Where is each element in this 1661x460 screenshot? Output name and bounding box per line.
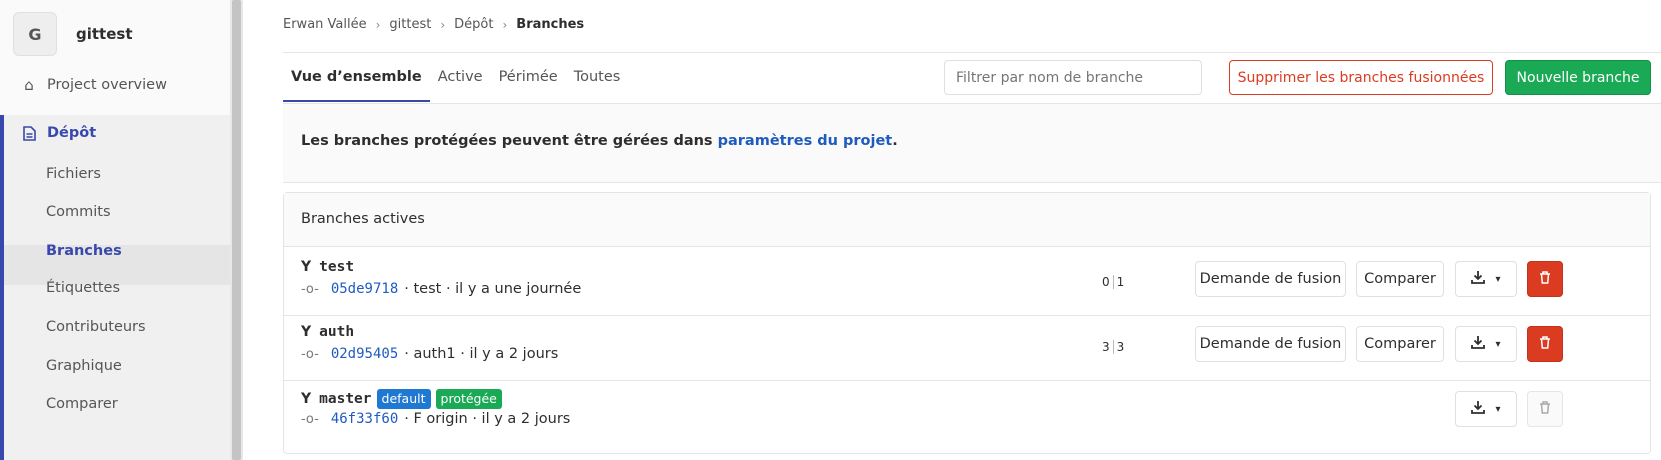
- commit-icon: -o-: [301, 346, 319, 362]
- merge-request-button[interactable]: Demande de fusion: [1195, 326, 1346, 362]
- commit-icon: -o-: [301, 411, 319, 427]
- project-avatar[interactable]: G: [13, 12, 57, 56]
- nav-sub-fichiers[interactable]: Fichiers: [46, 166, 101, 182]
- ahead-count: 3: [1116, 340, 1125, 354]
- tab-active[interactable]: Active: [430, 54, 491, 100]
- branch-fork-icon: Y: [301, 259, 312, 275]
- active-branches-panel: Branches actives Y test -o- 05de9718 · t…: [283, 192, 1651, 454]
- commit-icon: -o-: [301, 281, 319, 297]
- behind-count: 3: [1102, 340, 1110, 354]
- commit-sha-link[interactable]: 02d95405: [331, 346, 398, 362]
- branch-name-link[interactable]: master: [319, 391, 371, 407]
- info-text-suffix: .: [892, 133, 898, 149]
- project-settings-link[interactable]: paramètres du projet: [718, 133, 893, 149]
- home-icon: ⌂: [24, 76, 34, 94]
- branch-fork-icon: Y: [301, 391, 312, 407]
- branch-row: Y master default protégée -o- 46f33f60 ·…: [284, 377, 1650, 445]
- new-branch-button[interactable]: Nouvelle branche: [1505, 60, 1651, 95]
- sidebar: G gittest ⌂ Project overview Dépôt Fichi…: [0, 0, 231, 460]
- commit-info: -o- 46f33f60 · F origin · il y a 2 jours: [301, 411, 570, 427]
- breadcrumb-current[interactable]: Branches: [516, 17, 584, 32]
- tab-all[interactable]: Toutes: [566, 54, 629, 100]
- info-text-main: Les branches protégées peuvent être géré…: [301, 133, 718, 149]
- merge-request-button[interactable]: Demande de fusion: [1195, 261, 1346, 297]
- project-name[interactable]: gittest: [76, 25, 133, 43]
- divergence-graph: 3 3: [1102, 340, 1124, 354]
- trash-icon: [1539, 400, 1551, 418]
- divergence-bar: [1112, 340, 1114, 354]
- tab-stale[interactable]: Périmée: [491, 54, 566, 100]
- download-icon: [1471, 400, 1486, 418]
- compare-button[interactable]: Comparer: [1356, 261, 1444, 297]
- chevron-right-icon: ›: [502, 17, 508, 32]
- delete-branch-button[interactable]: [1527, 261, 1563, 297]
- commit-message: · test · il y a une journée: [404, 281, 582, 297]
- nav-label: Dépôt: [47, 125, 97, 141]
- nav-sub-contributeurs[interactable]: Contributeurs: [46, 319, 146, 335]
- delete-branch-button[interactable]: [1527, 326, 1563, 362]
- divider: [283, 52, 1661, 53]
- branch-fork-icon: Y: [301, 324, 312, 340]
- branch-name: Y master default protégée: [301, 389, 502, 409]
- breadcrumb: Erwan Vallée › gittest › Dépôt › Branche…: [283, 17, 584, 32]
- default-badge: default: [376, 389, 431, 409]
- scrollbar-thumb[interactable]: [232, 0, 241, 460]
- download-icon: [1471, 270, 1486, 288]
- nav-sub-branches[interactable]: Branches: [46, 243, 122, 259]
- download-dropdown[interactable]: ▾: [1455, 261, 1517, 297]
- sidebar-scrollbar[interactable]: [230, 0, 243, 460]
- commit-info: -o- 02d95405 · auth1 · il y a 2 jours: [301, 346, 558, 362]
- chevron-down-icon: ▾: [1495, 338, 1501, 350]
- behind-count: 0: [1102, 275, 1110, 289]
- compare-button[interactable]: Comparer: [1356, 326, 1444, 362]
- download-dropdown[interactable]: ▾: [1455, 326, 1517, 362]
- branch-row: Y auth -o- 02d95405 · auth1 · il y a 2 j…: [284, 312, 1650, 381]
- nav-sub-etiquettes[interactable]: Étiquettes: [46, 280, 120, 296]
- branch-row: Y test -o- 05de9718 · test · il y a une …: [284, 247, 1650, 316]
- project-header[interactable]: G gittest: [13, 12, 133, 56]
- download-dropdown[interactable]: ▾: [1455, 391, 1517, 427]
- branch-name-link[interactable]: test: [319, 259, 354, 275]
- trash-icon: [1539, 335, 1551, 353]
- download-icon: [1471, 335, 1486, 353]
- breadcrumb-section[interactable]: Dépôt: [454, 17, 493, 32]
- panel-header: Branches actives: [284, 193, 1650, 247]
- breadcrumb-user[interactable]: Erwan Vallée: [283, 17, 367, 32]
- commit-sha-link[interactable]: 46f33f60: [331, 411, 398, 427]
- delete-branch-button-disabled: [1527, 391, 1563, 427]
- chevron-right-icon: ›: [440, 17, 446, 32]
- chevron-right-icon: ›: [375, 17, 381, 32]
- divergence-graph: 0 1: [1102, 275, 1124, 289]
- panel-title: Branches actives: [301, 211, 425, 227]
- nav-sub-commits[interactable]: Commits: [46, 204, 111, 220]
- protected-branches-info: Les branches protégées peuvent être géré…: [283, 104, 1661, 183]
- branch-tabs: Vue d’ensemble Active Périmée Toutes: [283, 54, 628, 102]
- commit-info: -o- 05de9718 · test · il y a une journée: [301, 281, 581, 297]
- commit-message: · F origin · il y a 2 jours: [404, 411, 571, 427]
- nav-sub-graphique[interactable]: Graphique: [46, 358, 122, 374]
- nav-label: Project overview: [47, 77, 167, 93]
- divergence-bar: [1112, 275, 1114, 289]
- protected-badge: protégée: [435, 389, 502, 409]
- ahead-count: 1: [1116, 275, 1125, 289]
- nav-project-overview[interactable]: ⌂ Project overview: [0, 75, 230, 95]
- trash-icon: [1539, 270, 1551, 288]
- commit-sha-link[interactable]: 05de9718: [331, 281, 398, 297]
- commit-message: · auth1 · il y a 2 jours: [404, 346, 559, 362]
- chevron-down-icon: ▾: [1495, 273, 1501, 285]
- branch-name: Y test: [301, 259, 354, 275]
- branch-name: Y auth: [301, 324, 354, 340]
- nav-sub-comparer[interactable]: Comparer: [46, 396, 118, 412]
- document-icon: [20, 124, 38, 142]
- breadcrumb-project[interactable]: gittest: [389, 17, 431, 32]
- nav-repository[interactable]: Dépôt: [0, 123, 230, 143]
- branch-filter-input[interactable]: [944, 60, 1202, 95]
- tab-overview[interactable]: Vue d’ensemble: [283, 54, 430, 102]
- info-text: Les branches protégées peuvent être géré…: [301, 133, 898, 149]
- branch-name-link[interactable]: auth: [319, 324, 354, 340]
- delete-merged-branches-button[interactable]: Supprimer les branches fusionnées: [1229, 60, 1493, 95]
- chevron-down-icon: ▾: [1495, 403, 1501, 415]
